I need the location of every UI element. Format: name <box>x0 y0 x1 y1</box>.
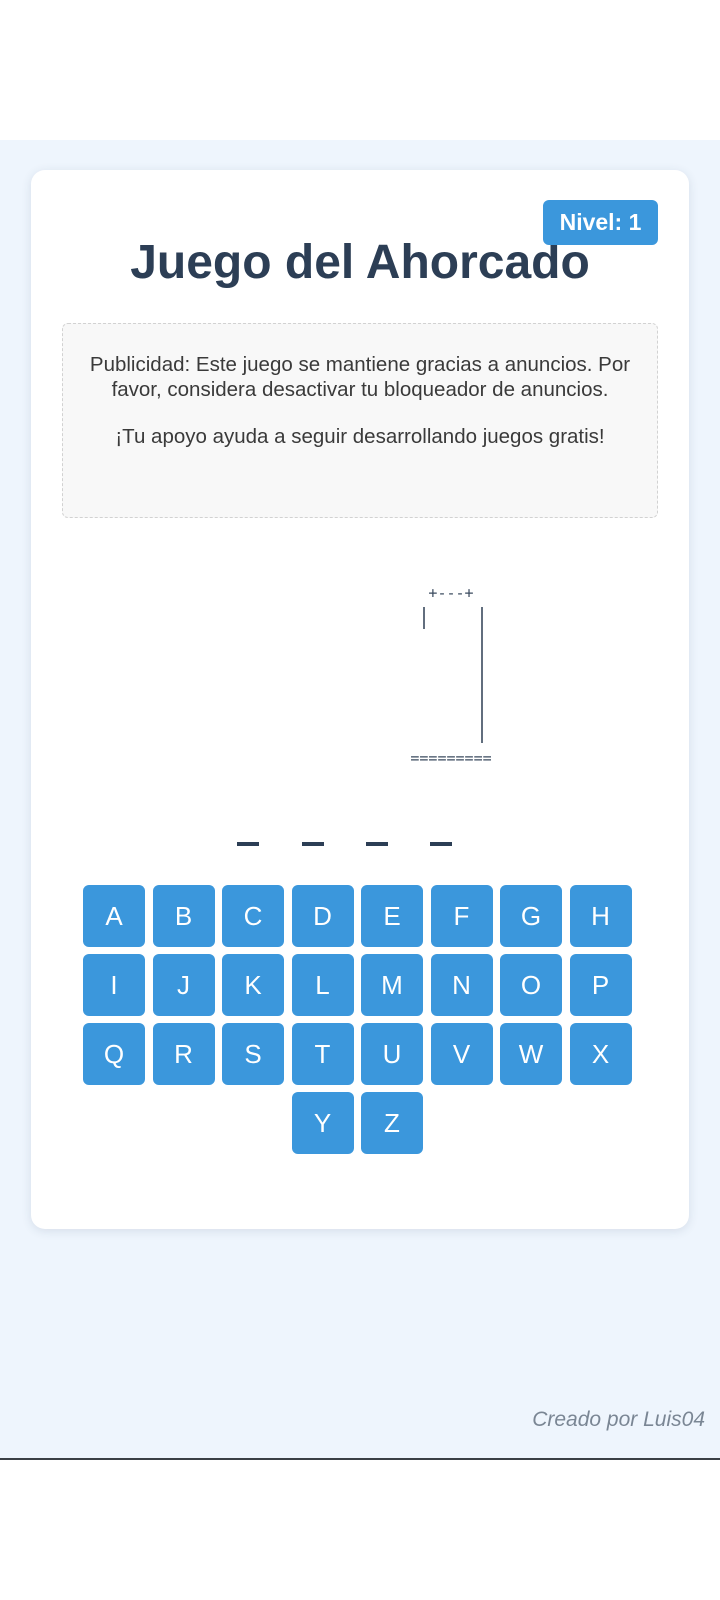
key-y[interactable]: Y <box>291 1092 354 1154</box>
key-r[interactable]: R <box>152 1023 215 1085</box>
gallows-base: ========= <box>410 749 491 767</box>
app-area: Nivel: 1 Juego del Ahorcado Publicidad: … <box>0 140 720 1460</box>
ad-support-text: ¡Tu apoyo ayuda a seguir desarrollando j… <box>115 425 605 448</box>
key-o[interactable]: O <box>500 954 562 1016</box>
key-w[interactable]: W <box>500 1023 562 1085</box>
key-s[interactable]: S <box>222 1023 284 1085</box>
key-j[interactable]: J <box>152 954 215 1016</box>
ad-notice: Publicidad: Este juego se mantiene graci… <box>62 323 658 518</box>
key-q[interactable]: Q <box>83 1023 145 1085</box>
key-p[interactable]: P <box>569 954 632 1016</box>
letter-keyboard: A B C D E F G H I J K L M N O P Q R S T … <box>83 885 643 1155</box>
key-b[interactable]: B <box>152 885 215 947</box>
level-badge: Nivel: 1 <box>543 200 658 245</box>
gallows-top: +---+ <box>428 584 473 602</box>
key-k[interactable]: K <box>222 954 284 1016</box>
key-n[interactable]: N <box>430 954 493 1016</box>
letter-slot <box>366 842 388 846</box>
key-i[interactable]: I <box>83 954 145 1016</box>
ad-notice-text: Publicidad: Este juego se mantiene graci… <box>89 353 631 401</box>
key-f[interactable]: F <box>430 885 493 947</box>
letter-slot <box>302 842 324 846</box>
key-t[interactable]: T <box>291 1023 354 1085</box>
key-g[interactable]: G <box>500 885 562 947</box>
key-h[interactable]: H <box>569 885 632 947</box>
key-d[interactable]: D <box>291 885 354 947</box>
footer-credit: Creado por Luis04 <box>532 1408 705 1431</box>
key-a[interactable]: A <box>83 885 145 947</box>
letter-slot <box>237 842 259 846</box>
key-z[interactable]: Z <box>361 1092 423 1154</box>
key-u[interactable]: U <box>361 1023 423 1085</box>
letter-slot <box>430 842 452 846</box>
hangman-gallows: +---+ ========= <box>410 584 491 767</box>
key-e[interactable]: E <box>361 885 423 947</box>
key-c[interactable]: C <box>222 885 284 947</box>
word-slots <box>31 832 689 852</box>
game-card: Nivel: 1 Juego del Ahorcado Publicidad: … <box>31 170 689 1229</box>
key-m[interactable]: M <box>361 954 423 1016</box>
key-x[interactable]: X <box>569 1023 632 1085</box>
key-l[interactable]: L <box>291 954 354 1016</box>
key-v[interactable]: V <box>430 1023 493 1085</box>
